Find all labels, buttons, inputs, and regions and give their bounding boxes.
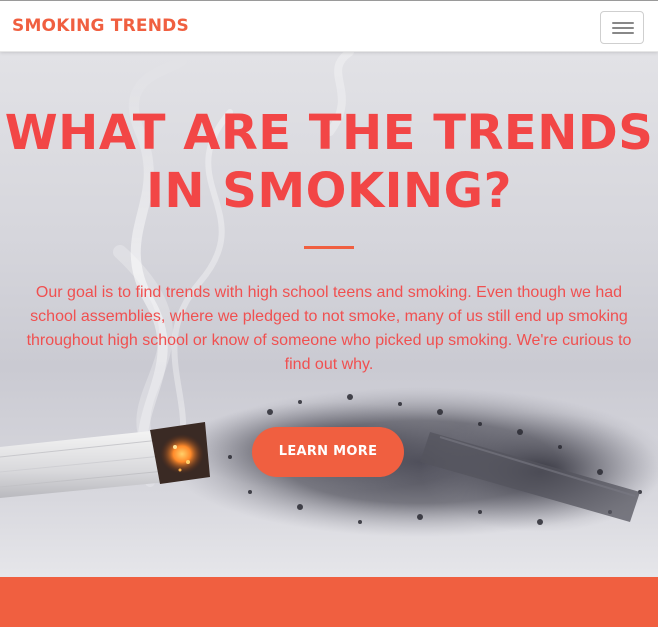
- navbar-toggle-button[interactable]: [600, 11, 644, 44]
- hamburger-bar: [612, 27, 634, 29]
- learn-more-button[interactable]: LEARN MORE: [252, 427, 404, 477]
- next-section-band: [0, 577, 658, 627]
- hero-section: WHAT ARE THE TRENDS IN SMOKING? Our goal…: [0, 52, 658, 577]
- hamburger-bar: [612, 32, 634, 34]
- brand-link[interactable]: SMOKING TRENDS: [12, 16, 189, 36]
- hero-description: Our goal is to find trends with high sch…: [26, 284, 632, 373]
- hero-title: WHAT ARE THE TRENDS IN SMOKING?: [4, 105, 654, 219]
- hamburger-bar: [612, 22, 634, 24]
- navbar: SMOKING TRENDS: [0, 0, 658, 52]
- hero-divider: [304, 246, 354, 249]
